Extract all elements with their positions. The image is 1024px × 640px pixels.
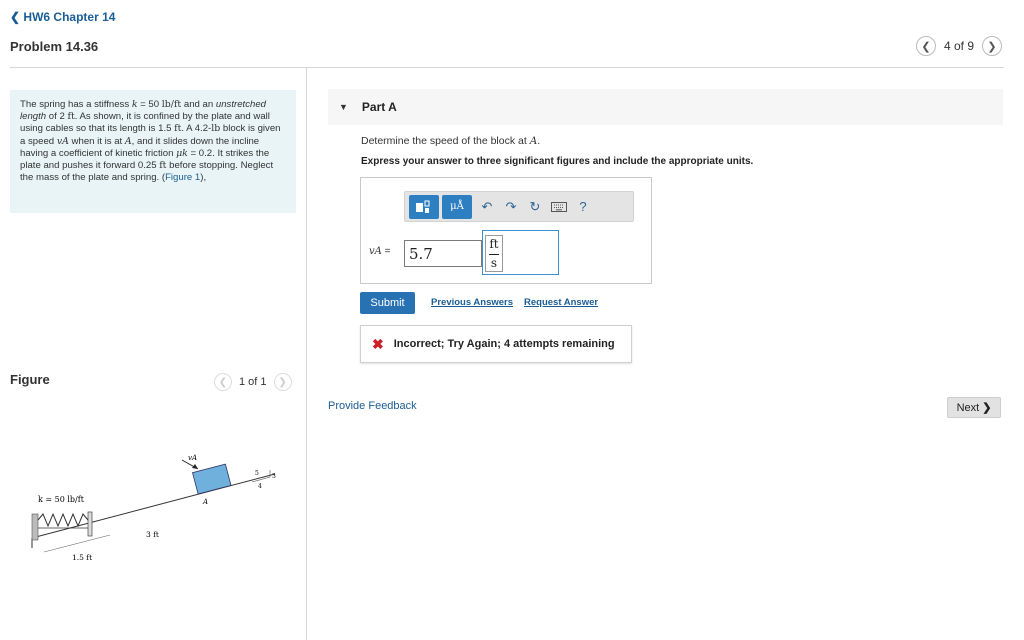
part-a-label: Part A (361, 100, 397, 114)
previous-answers-link[interactable]: Previous Answers (431, 297, 513, 308)
fraction-bar (489, 254, 499, 255)
point-a-label: A (202, 498, 208, 506)
math-va: vA (56, 135, 69, 147)
spring-stiffness-label: k = 50 lb/ft (38, 495, 85, 504)
next-button[interactable]: Next ❯ (947, 397, 1001, 418)
math-toolbar: μÅ ↶ ↷ ↻ ? (404, 191, 634, 222)
math-a: A (124, 135, 132, 147)
submit-button[interactable]: Submit (360, 292, 415, 314)
problem-text: of 2 (46, 111, 68, 123)
part-a-header[interactable]: ▼ Part A (328, 89, 1003, 125)
template-icon[interactable] (409, 194, 439, 219)
spring (37, 512, 89, 528)
question-suffix: . (537, 135, 541, 147)
problem-text: = 50 (137, 99, 162, 110)
unit-fraction: ft s (485, 235, 503, 272)
answer-value-input[interactable] (404, 240, 482, 267)
problem-text: when it is at (68, 135, 125, 147)
back-link-label: HW6 Chapter 14 (23, 10, 116, 24)
problem-text: The spring has a stiffness (20, 99, 132, 110)
wall (31, 513, 39, 541)
figure-pager-label: 1 of 1 (239, 376, 267, 388)
problem-pager-label: 4 of 9 (943, 39, 974, 53)
problem-text: and an (181, 99, 216, 110)
plate (87, 511, 93, 537)
math-unit: lb/ft (161, 99, 182, 110)
slope-5: 5 (255, 470, 259, 477)
next-label: Next (956, 401, 980, 414)
answer-equals: = (381, 246, 391, 257)
problem-text: ), (200, 172, 207, 184)
keyboard-icon[interactable] (547, 195, 571, 219)
units-button[interactable]: μÅ (442, 194, 472, 219)
answer-var: vA (369, 246, 382, 257)
answer-unit-input[interactable]: ft s (482, 230, 559, 275)
velocity-label: vA (188, 454, 197, 462)
unit-denominator: s (490, 256, 498, 270)
math-unit: ft (67, 111, 75, 123)
chevron-right-icon: ❯ (982, 402, 992, 414)
column-divider (306, 67, 307, 640)
feedback-text: Incorrect; Try Again; 4 attempts remaini… (393, 338, 615, 350)
figure-diagram: vA A 5 3 4 k = 50 lb/ft 1.5 ft 3 ft (31, 454, 276, 562)
help-button[interactable]: ? (571, 195, 595, 219)
math-unit: lb (211, 123, 221, 135)
request-answer-link[interactable]: Request Answer (524, 297, 598, 308)
length-1-5-label: 1.5 ft (72, 553, 92, 562)
reset-icon[interactable]: ↻ (523, 195, 547, 219)
figure-title: Figure (10, 372, 50, 387)
answer-instruction: Express your answer to three significant… (361, 156, 754, 167)
collapse-triangle-icon: ▼ (339, 102, 348, 112)
answer-entry-box: μÅ ↶ ↷ ↻ ? vA = ft s (360, 177, 652, 284)
problem-title: Problem 14.36 (10, 39, 99, 54)
next-figure-button[interactable]: ❯ (273, 373, 292, 391)
length-3-label: 3 ft (146, 530, 159, 539)
math-mu: μk (176, 147, 188, 159)
feedback-message: ✖ Incorrect; Try Again; 4 attempts remai… (360, 325, 632, 363)
slope-3: 3 (272, 473, 276, 480)
figure-link[interactable]: Figure 1 (165, 172, 200, 183)
undo-icon[interactable]: ↶ (475, 195, 499, 219)
header-divider (10, 67, 1004, 68)
back-to-assignment-link[interactable]: ❮ HW6 Chapter 14 (10, 10, 115, 24)
previous-problem-button[interactable]: ❮ (915, 36, 936, 56)
provide-feedback-link[interactable]: Provide Feedback (328, 400, 417, 412)
figure-pager: ❮ 1 of 1 ❯ (214, 373, 292, 391)
previous-figure-button[interactable]: ❮ (214, 373, 232, 391)
unit-numerator: ft (489, 237, 499, 251)
slope-4: 4 (258, 483, 262, 490)
incline-line (31, 473, 276, 539)
problem-statement: The spring has a stiffness k = 50 lb/ft … (10, 90, 296, 213)
block (192, 463, 232, 495)
answer-variable-label: vA = (369, 246, 391, 257)
problem-text: . A 4.2- (181, 123, 212, 135)
dimension-line (43, 534, 111, 553)
problem-pager: ❮ 4 of 9 ❯ (915, 36, 1002, 56)
chevron-left-icon: ❮ (10, 10, 21, 24)
redo-icon[interactable]: ↷ (499, 195, 523, 219)
incorrect-x-icon: ✖ (372, 335, 384, 352)
next-problem-button[interactable]: ❯ (982, 36, 1002, 56)
question-text: Determine the speed of the block at A. (361, 135, 540, 147)
question-prefix: Determine the speed of the block at (361, 135, 530, 147)
